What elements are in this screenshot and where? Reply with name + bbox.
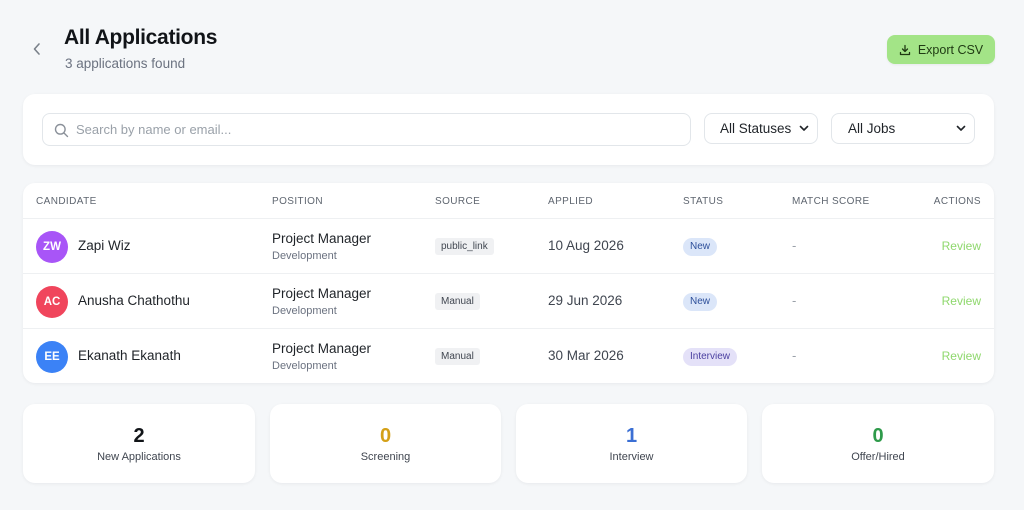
table-header: CANDIDATE POSITION SOURCE APPLIED STATUS… xyxy=(23,183,994,219)
stat-card-interview: 1 Interview xyxy=(516,404,747,483)
status-filter-select[interactable]: All Statuses xyxy=(704,113,818,144)
avatar: ZW xyxy=(36,231,68,263)
match-score: - xyxy=(792,348,797,363)
position-title: Project Manager xyxy=(272,286,372,301)
status-badge: New xyxy=(683,238,718,256)
filters-card: All Statuses All Jobs xyxy=(23,94,994,165)
applied-date: 29 Jun 2026 xyxy=(548,293,623,308)
page-title: All Applications xyxy=(64,26,218,49)
candidate-name: Anusha Chathothu xyxy=(78,293,190,308)
match-score: - xyxy=(792,238,797,253)
search-input[interactable] xyxy=(76,114,676,145)
stat-card-screening: 0 Screening xyxy=(270,404,501,483)
candidate-name: Ekanath Ekanath xyxy=(78,348,181,363)
position-department: Development xyxy=(272,360,337,372)
stat-card-offer-hired: 0 Offer/Hired xyxy=(762,404,994,483)
chevron-down-icon xyxy=(956,125,966,131)
stat-value: 0 xyxy=(379,425,392,447)
stat-label: Interview xyxy=(609,451,654,463)
stat-card-new-applications: 2 New Applications xyxy=(23,404,255,483)
position-department: Development xyxy=(272,250,337,262)
search-icon xyxy=(54,123,69,138)
search-box[interactable] xyxy=(42,113,691,146)
column-header-status: STATUS xyxy=(683,196,724,207)
stat-label: Screening xyxy=(360,451,411,463)
applied-date: 30 Mar 2026 xyxy=(548,348,624,363)
jobs-filter-value: All Jobs xyxy=(848,121,896,136)
export-csv-button[interactable]: Export CSV xyxy=(887,35,995,64)
back-button[interactable] xyxy=(27,38,47,60)
stat-value: 2 xyxy=(133,425,145,447)
position-department: Development xyxy=(272,305,337,317)
source-badge: Manual xyxy=(435,348,480,365)
table-row[interactable]: ZW Zapi Wiz Project Manager Development … xyxy=(23,219,994,274)
avatar: AC xyxy=(36,286,68,318)
stat-value: 0 xyxy=(872,425,884,447)
chevron-down-icon xyxy=(799,125,809,131)
applications-table: CANDIDATE POSITION SOURCE APPLIED STATUS… xyxy=(23,183,994,383)
applications-count: 3 applications found xyxy=(65,56,186,71)
position-title: Project Manager xyxy=(272,341,372,356)
column-header-actions: ACTIONS xyxy=(933,196,981,207)
review-link[interactable]: Review xyxy=(942,294,981,308)
review-link[interactable]: Review xyxy=(942,349,981,363)
chevron-left-icon xyxy=(33,43,40,55)
export-csv-label: Export CSV xyxy=(917,42,984,57)
review-link[interactable]: Review xyxy=(942,239,981,253)
match-score: - xyxy=(792,293,797,308)
candidate-name: Zapi Wiz xyxy=(78,238,131,253)
column-header-applied: APPLIED xyxy=(548,196,594,207)
table-row[interactable]: AC Anusha Chathothu Project Manager Deve… xyxy=(23,274,994,329)
applications-page: All Applications 3 applications found Ex… xyxy=(0,0,1024,510)
download-icon xyxy=(899,44,910,55)
position-title: Project Manager xyxy=(272,231,372,246)
source-badge: public_link xyxy=(435,238,494,255)
column-header-candidate: CANDIDATE xyxy=(36,196,97,207)
source-badge: Manual xyxy=(435,293,480,310)
status-filter-value: All Statuses xyxy=(720,121,792,136)
stat-label: Offer/Hired xyxy=(851,451,905,463)
table-row[interactable]: EE Ekanath Ekanath Project Manager Devel… xyxy=(23,329,994,383)
jobs-filter-select[interactable]: All Jobs xyxy=(831,113,975,144)
stat-label: New Applications xyxy=(97,451,181,463)
stat-value: 1 xyxy=(625,425,638,447)
status-badge: New xyxy=(683,293,718,311)
avatar: EE xyxy=(36,341,68,373)
applied-date: 10 Aug 2026 xyxy=(548,238,624,253)
column-header-match-score: MATCH SCORE xyxy=(792,196,870,207)
status-badge: Interview xyxy=(683,348,738,366)
column-header-source: SOURCE xyxy=(435,196,481,207)
column-header-position: POSITION xyxy=(272,196,323,207)
